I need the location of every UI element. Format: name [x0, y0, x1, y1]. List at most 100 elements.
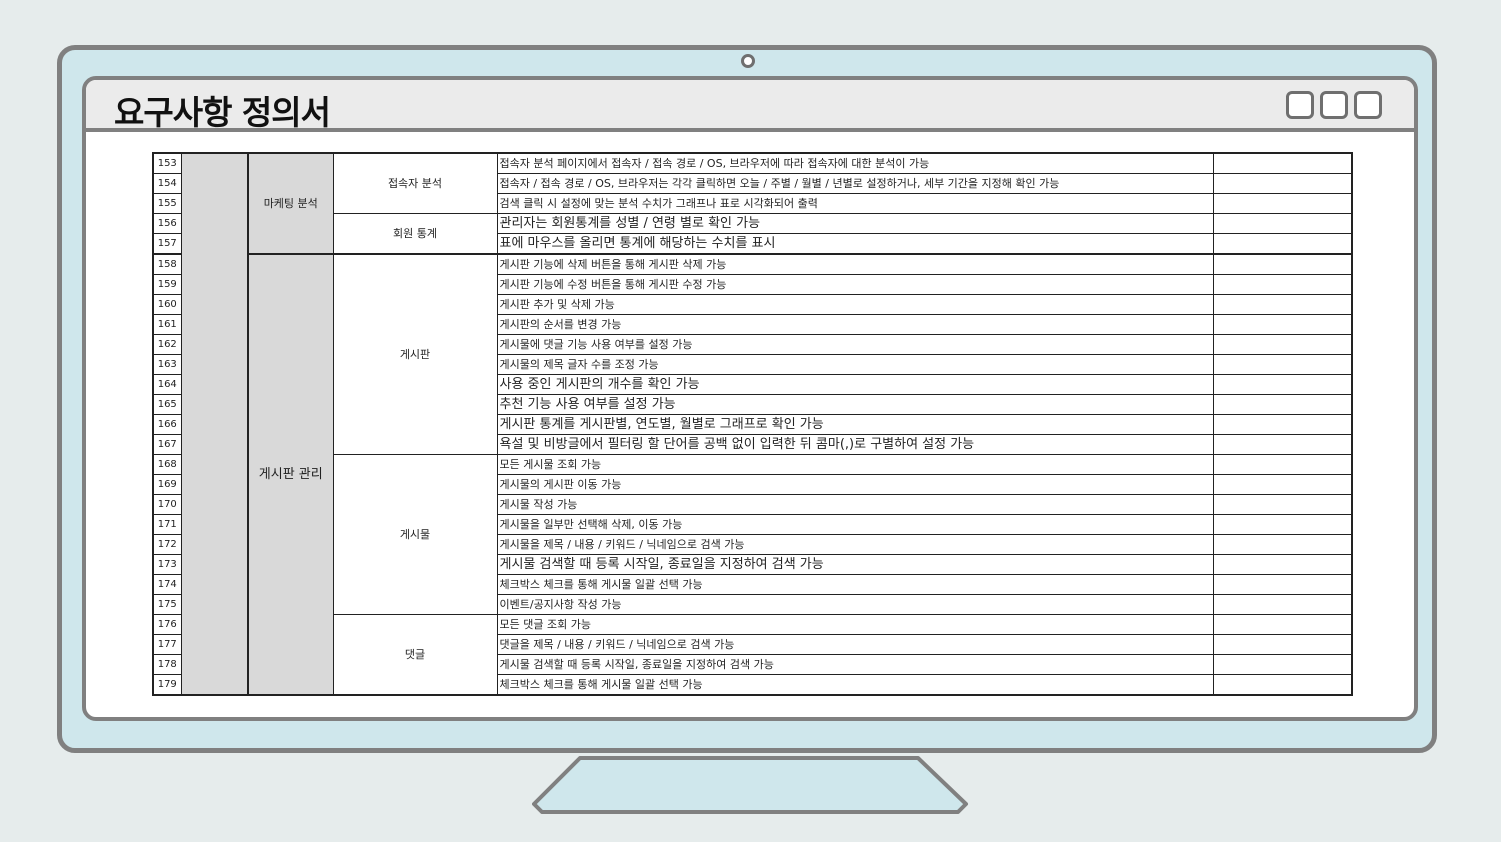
requirements-table: 153 마케팅 분석 접속자 분석 접속자 분석 페이지에서 접속자 / 접속 …: [152, 152, 1353, 696]
note-cell: [1212, 614, 1353, 635]
note-cell: [1212, 674, 1353, 696]
requirement-desc: 게시판 기능에 수정 버튼을 통해 게시판 수정 가능: [496, 274, 1214, 295]
row-number: 153: [152, 152, 182, 174]
row-number: 162: [152, 334, 182, 355]
table-row: 158 게시판 관리 게시판 게시판 기능에 삭제 버튼을 통해 게시판 삭제 …: [152, 253, 1353, 696]
subgroup-board: 게시판: [332, 253, 498, 455]
monitor-stand: [532, 756, 968, 814]
note-cell: [1212, 414, 1353, 435]
table-row: 153 마케팅 분석 접속자 분석 접속자 분석 페이지에서 접속자 / 접속 …: [152, 152, 1353, 696]
window-button-icon[interactable]: [1354, 91, 1382, 119]
row-number: 154: [152, 173, 182, 194]
requirement-desc: 이벤트/공지사항 작성 가능: [496, 594, 1214, 615]
note-cell: [1212, 213, 1353, 234]
title-bar: 요구사항 정의서: [86, 80, 1414, 132]
subgroup-comment: 댓글: [332, 614, 498, 696]
requirement-desc: 게시물에 댓글 기능 사용 여부를 설정 가능: [496, 334, 1214, 355]
note-cell: [1212, 554, 1353, 575]
window-button-icon[interactable]: [1286, 91, 1314, 119]
requirement-desc: 검색 클릭 시 설정에 맞는 분석 수치가 그래프나 표로 시각화되어 출력: [496, 193, 1214, 214]
note-cell: [1212, 334, 1353, 355]
note-cell: [1212, 494, 1353, 515]
row-number: 155: [152, 193, 182, 214]
requirement-desc: 게시물을 제목 / 내용 / 키워드 / 닉네임으로 검색 가능: [496, 534, 1214, 555]
requirement-desc: 게시물의 제목 글자 수를 조정 가능: [496, 354, 1214, 375]
requirement-desc: 표에 마우스를 올리면 통계에 해당하는 수치를 표시: [496, 233, 1214, 255]
row-number: 158: [152, 253, 182, 275]
note-cell: [1212, 233, 1353, 255]
row-number: 157: [152, 233, 182, 255]
requirement-desc: 게시판 기능에 삭제 버튼을 통해 게시판 삭제 가능: [496, 253, 1214, 275]
table-row: 156 회원 통계 관리자는 회원통계를 성별 / 연령 별로 확인 가능: [152, 213, 1353, 255]
note-cell: [1212, 574, 1353, 595]
row-number: 173: [152, 554, 182, 575]
row-number: 159: [152, 274, 182, 295]
note-cell: [1212, 294, 1353, 315]
note-cell: [1212, 314, 1353, 335]
note-cell: [1212, 374, 1353, 395]
row-number: 167: [152, 434, 182, 455]
row-number: 156: [152, 213, 182, 234]
requirement-desc: 게시물의 게시판 이동 가능: [496, 474, 1214, 495]
requirement-desc: 관리자는 회원통계를 성별 / 연령 별로 확인 가능: [496, 213, 1214, 234]
requirement-desc: 댓글을 제목 / 내용 / 키워드 / 닉네임으로 검색 가능: [496, 634, 1214, 655]
category-cell: [180, 152, 249, 696]
requirement-desc: 모든 댓글 조회 가능: [496, 614, 1214, 635]
note-cell: [1212, 253, 1353, 275]
requirement-desc: 체크박스 체크를 통해 게시물 일괄 선택 가능: [496, 574, 1214, 595]
note-cell: [1212, 274, 1353, 295]
row-number: 166: [152, 414, 182, 435]
page-title: 요구사항 정의서: [114, 93, 331, 132]
row-number: 174: [152, 574, 182, 595]
requirement-desc: 게시물 작성 가능: [496, 494, 1214, 515]
note-cell: [1212, 434, 1353, 455]
requirement-desc: 모든 게시물 조회 가능: [496, 454, 1214, 475]
note-cell: [1212, 514, 1353, 535]
table-row: 168 게시물 모든 게시물 조회 가능: [152, 454, 1353, 615]
row-number: 168: [152, 454, 182, 475]
requirement-desc: 게시물 검색할 때 등록 시작일, 종료일을 지정하여 검색 가능: [496, 654, 1214, 675]
note-cell: [1212, 654, 1353, 675]
note-cell: [1212, 193, 1353, 214]
subgroup-post: 게시물: [332, 454, 498, 615]
subgroup-visitor: 접속자 분석: [332, 152, 498, 214]
group-board-mgmt: 게시판 관리: [247, 253, 334, 696]
screen: 요구사항 정의서 153 마케팅 분석 접속자 분석 접속자 분석 페이지에서 …: [82, 76, 1418, 721]
table-row: 176 댓글 모든 댓글 조회 가능: [152, 614, 1353, 696]
requirement-desc: 게시판 추가 및 삭제 가능: [496, 294, 1214, 315]
row-number: 171: [152, 514, 182, 535]
note-cell: [1212, 394, 1353, 415]
window-button-icon[interactable]: [1320, 91, 1348, 119]
note-cell: [1212, 173, 1353, 194]
requirement-desc: 체크박스 체크를 통해 게시물 일괄 선택 가능: [496, 674, 1214, 696]
row-number: 179: [152, 674, 182, 696]
row-number: 160: [152, 294, 182, 315]
requirement-desc: 게시판 통계를 게시판별, 연도별, 월별로 그래프로 확인 가능: [496, 414, 1214, 435]
window-controls: [1286, 91, 1382, 119]
requirements-table-wrap: 153 마케팅 분석 접속자 분석 접속자 분석 페이지에서 접속자 / 접속 …: [152, 152, 1353, 696]
row-number: 163: [152, 354, 182, 375]
row-number: 170: [152, 494, 182, 515]
requirement-desc: 접속자 분석 페이지에서 접속자 / 접속 경로 / OS, 브라우저에 따라 …: [496, 152, 1214, 174]
note-cell: [1212, 354, 1353, 375]
row-number: 172: [152, 534, 182, 555]
note-cell: [1212, 454, 1353, 475]
requirement-desc: 게시판의 순서를 변경 가능: [496, 314, 1214, 335]
row-number: 164: [152, 374, 182, 395]
requirement-desc: 사용 중인 게시판의 개수를 확인 가능: [496, 374, 1214, 395]
camera-icon: [741, 54, 755, 68]
row-number: 175: [152, 594, 182, 615]
row-number: 169: [152, 474, 182, 495]
note-cell: [1212, 534, 1353, 555]
requirement-desc: 욕설 및 비방글에서 필터링 할 단어를 공백 없이 입력한 뒤 콤마(,)로 …: [496, 434, 1214, 455]
requirement-desc: 게시물 검색할 때 등록 시작일, 종료일을 지정하여 검색 가능: [496, 554, 1214, 575]
row-number: 177: [152, 634, 182, 655]
row-number: 178: [152, 654, 182, 675]
row-number: 176: [152, 614, 182, 635]
note-cell: [1212, 594, 1353, 615]
requirement-desc: 게시물을 일부만 선택해 삭제, 이동 가능: [496, 514, 1214, 535]
row-number: 165: [152, 394, 182, 415]
requirement-desc: 추천 기능 사용 여부를 설정 가능: [496, 394, 1214, 415]
note-cell: [1212, 152, 1353, 174]
requirement-desc: 접속자 / 접속 경로 / OS, 브라우저는 각각 클릭하면 오늘 / 주별 …: [496, 173, 1214, 194]
